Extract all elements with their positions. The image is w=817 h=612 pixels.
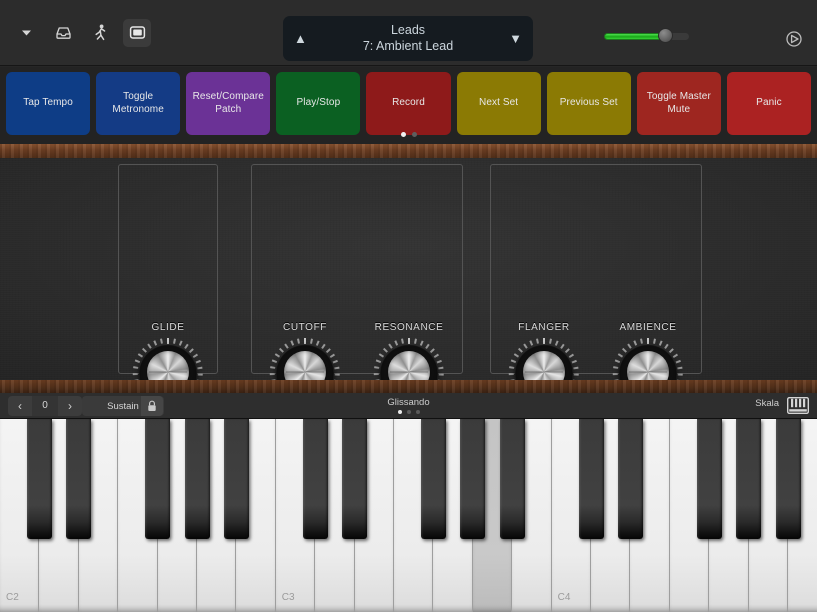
- patch-name: 7: Ambient Lead: [362, 39, 454, 53]
- black-key[interactable]: [302, 419, 328, 539]
- patch-category: Leads: [390, 23, 426, 37]
- volume-fill: [604, 33, 666, 40]
- button-row-pager[interactable]: [0, 132, 817, 137]
- piano-keys-icon[interactable]: [786, 396, 810, 415]
- patch-text: Leads 7: Ambient Lead: [307, 23, 509, 54]
- action-button[interactable]: Reset/Compare Patch: [186, 72, 271, 135]
- keyboard-control-bar: ‹ 0 › Sustain Glissando Skala: [0, 393, 817, 419]
- action-button-label: Panic: [756, 97, 782, 109]
- scale-label: Skala: [755, 398, 779, 409]
- glissando-label: Glissando: [387, 397, 430, 408]
- knob-label: GLIDE: [151, 322, 185, 333]
- action-button-label: Toggle Metronome: [112, 91, 164, 115]
- black-key[interactable]: [736, 419, 762, 539]
- piano-keyboard[interactable]: C2 C3 C4: [0, 419, 817, 612]
- action-button-label: Record: [392, 97, 425, 109]
- chevron-down-icon[interactable]: [12, 19, 40, 47]
- action-button-label: Play/Stop: [296, 97, 341, 109]
- knob-label: CUTOFF: [283, 322, 327, 333]
- action-button[interactable]: Toggle Master Mute: [636, 72, 721, 135]
- person-walking-icon[interactable]: [86, 19, 114, 47]
- action-button[interactable]: Panic: [726, 72, 811, 135]
- gear-action-icon[interactable]: [785, 30, 803, 48]
- black-key[interactable]: [420, 419, 446, 539]
- key-label: C2: [6, 592, 19, 603]
- black-key[interactable]: [223, 419, 249, 539]
- black-key[interactable]: [26, 419, 52, 539]
- action-button-label: Reset/Compare Patch: [192, 91, 264, 115]
- glissando-pager-dot[interactable]: [397, 410, 402, 414]
- black-key[interactable]: [342, 419, 368, 539]
- action-button[interactable]: Record: [366, 72, 451, 135]
- knob-label: FLANGER: [518, 322, 570, 333]
- knob-label: AMBIENCE: [619, 322, 677, 333]
- action-button[interactable]: Toggle Metronome: [96, 72, 181, 135]
- knob-label: RESONANCE: [374, 322, 444, 333]
- mainstage-perform-window: ▲ Leads 7: Ambient Lead ▼ Tap Tempo Toggl…: [0, 0, 817, 612]
- black-key[interactable]: [145, 419, 171, 539]
- window-rectangle-icon[interactable]: [123, 18, 151, 47]
- black-key[interactable]: [184, 419, 210, 539]
- inbox-tray-icon[interactable]: [49, 19, 77, 47]
- plugin-panel: GLIDEDETUNECUTOFFRESONANCEATTACKRELEASEF…: [0, 158, 817, 506]
- glissando-pager-dot[interactable]: [406, 410, 411, 414]
- black-key[interactable]: [617, 419, 643, 539]
- volume-knob[interactable]: [657, 28, 673, 43]
- master-volume-slider[interactable]: [604, 28, 689, 43]
- black-key[interactable]: [696, 419, 722, 539]
- chevron-up-icon[interactable]: ▲: [294, 32, 307, 45]
- action-button-label: Next Set: [479, 97, 519, 109]
- pager-dot[interactable]: [400, 132, 406, 137]
- top-toolbar: ▲ Leads 7: Ambient Lead ▼: [0, 0, 817, 66]
- black-key[interactable]: [460, 419, 486, 539]
- pager-dot[interactable]: [411, 132, 417, 137]
- action-button[interactable]: Tap Tempo: [6, 72, 91, 135]
- action-button[interactable]: Next Set: [456, 72, 541, 135]
- patch-selector[interactable]: ▲ Leads 7: Ambient Lead ▼: [283, 16, 533, 61]
- action-button[interactable]: Previous Set: [546, 72, 631, 135]
- black-key[interactable]: [66, 419, 92, 539]
- action-button-label: Toggle Master Mute: [646, 91, 711, 115]
- key-label: C3: [281, 592, 295, 603]
- wood-trim-top: [0, 144, 817, 158]
- action-button[interactable]: Play/Stop: [276, 72, 361, 135]
- toolbar-icon-group: [12, 18, 151, 47]
- action-button-label: Tap Tempo: [23, 97, 73, 109]
- black-key[interactable]: [499, 419, 525, 539]
- wood-trim-bottom: [0, 380, 817, 393]
- key-label: C4: [557, 592, 571, 603]
- glissando-pager-dot[interactable]: [415, 410, 420, 414]
- black-key[interactable]: [775, 419, 801, 539]
- chevron-down-icon-patch[interactable]: ▼: [509, 32, 522, 45]
- action-button-label: Previous Set: [559, 97, 618, 109]
- black-key[interactable]: [578, 419, 604, 539]
- glissando-pager[interactable]: [0, 410, 817, 414]
